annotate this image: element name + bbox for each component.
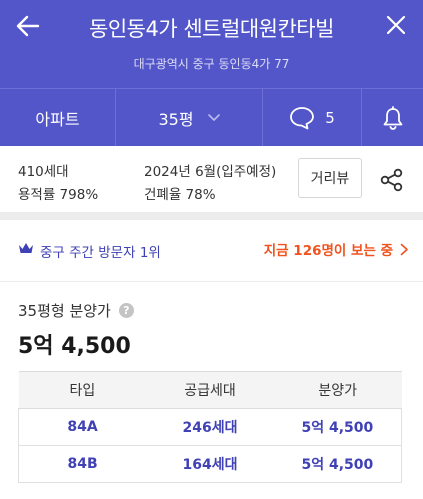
household-count: 410세대 [18, 164, 69, 180]
building-coverage-ratio: 건폐율 78% [144, 187, 216, 203]
bell-icon [383, 105, 402, 130]
cell-type: 84B [18, 445, 147, 483]
visitor-ranking-row: 중구 주간 방문자 1위 지금 126명이 보는 중 [0, 220, 423, 282]
table-row: 84B 164세대 5억 4,500 [18, 445, 402, 483]
share-icon[interactable] [378, 166, 406, 194]
street-view-button[interactable]: 거리뷰 [298, 158, 362, 198]
cell-price: 5억 4,500 [273, 408, 402, 446]
notification-button[interactable] [362, 89, 423, 146]
page-title: 동인동4가 센트럴대원칸타빌 [89, 17, 334, 41]
table-row: 84A 246세대 5억 4,500 [18, 408, 402, 446]
visitor-rank-text: 중구 주간 방문자 1위 [40, 245, 161, 261]
close-icon[interactable] [385, 14, 407, 36]
comment-count: 5 [325, 108, 335, 127]
cell-supply: 246세대 [146, 408, 274, 446]
back-arrow-icon[interactable] [14, 12, 42, 40]
chevron-right-icon [400, 243, 408, 255]
unit-type-table: 타입 공급세대 분양가 84A 246세대 5억 4,500 84B 164세대… [18, 371, 402, 483]
size-dropdown-label: 35평 [158, 109, 194, 129]
tab-property-type[interactable]: 아파트 [0, 89, 116, 146]
size-dropdown[interactable]: 35평 [116, 89, 263, 146]
column-header-supply: 공급세대 [146, 371, 274, 409]
crown-icon [19, 243, 33, 253]
cell-price: 5억 4,500 [273, 445, 402, 483]
cell-supply: 164세대 [146, 445, 274, 483]
sale-price-title-text: 35평형 분양가 [18, 302, 111, 320]
column-header-price: 분양가 [273, 371, 402, 409]
cell-type: 84A [18, 408, 147, 446]
floor-area-ratio: 용적률 798% [18, 187, 99, 203]
move-in-date: 2024년 6월(입주예정) [144, 164, 277, 180]
column-header-type: 타입 [18, 371, 147, 409]
now-viewing-text: 지금 126명이 보는 중 [263, 243, 393, 259]
table-header-row: 타입 공급세대 분양가 [18, 371, 402, 409]
comments-button[interactable]: 5 [263, 89, 362, 146]
section-divider [0, 212, 423, 220]
now-viewing-link[interactable]: 지금 126명이 보는 중 [264, 239, 409, 259]
app-header: 동인동4가 센트럴대원칸타빌 대구광역시 중구 동인동4가 77 [0, 0, 423, 88]
help-icon[interactable]: ? [118, 303, 134, 318]
chevron-down-icon [207, 113, 220, 121]
comment-icon [290, 106, 315, 129]
tab-property-type-label: 아파트 [35, 109, 80, 129]
sale-price-value: 5억 4,500 [18, 334, 131, 359]
address-text: 대구광역시 중구 동인동4가 77 [133, 57, 290, 71]
sale-price-title: 35평형 분양가 ? [18, 300, 134, 321]
tab-bar: 아파트 35평 5 [0, 88, 423, 146]
complex-info: 410세대 용적률 798% 2024년 6월(입주예정) 건폐율 78% 거리… [0, 146, 423, 212]
